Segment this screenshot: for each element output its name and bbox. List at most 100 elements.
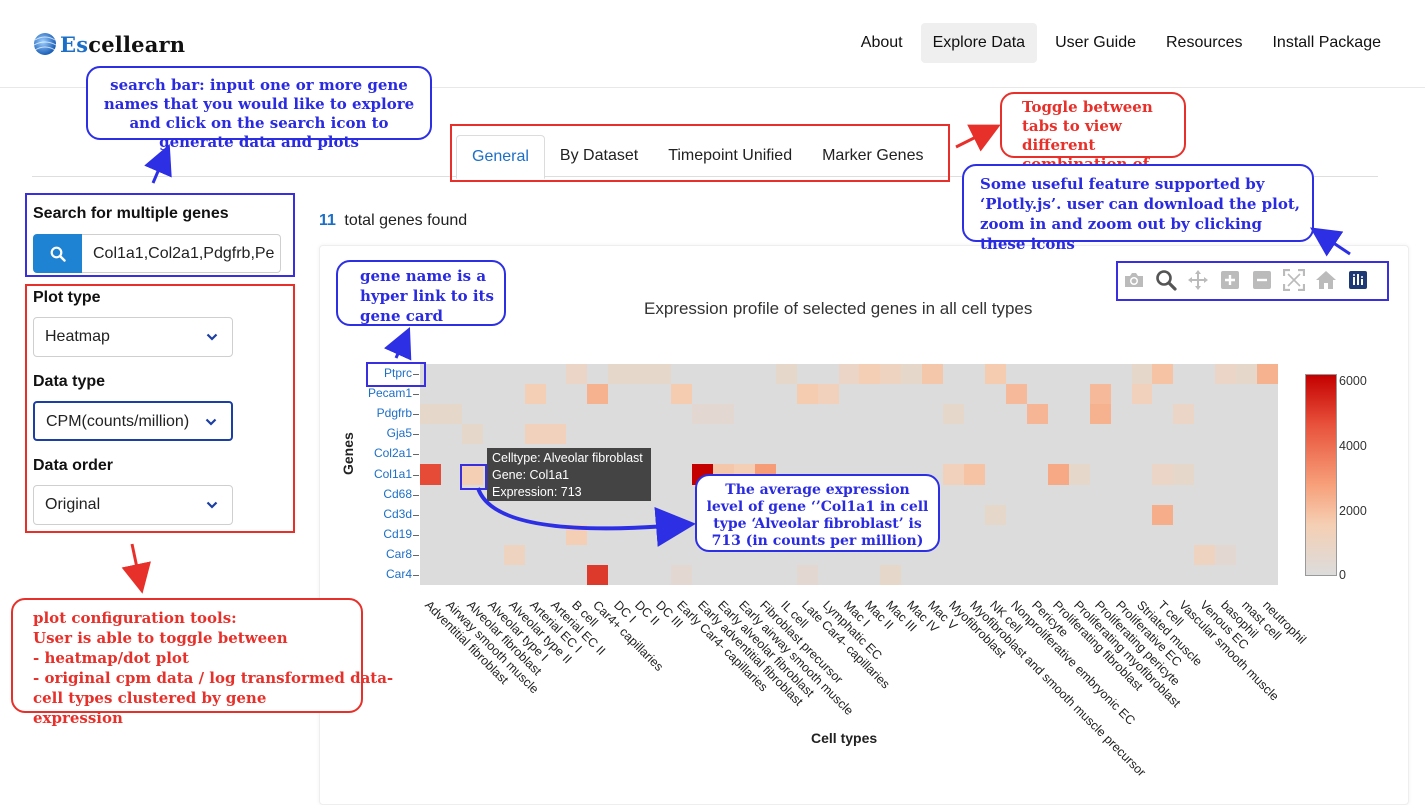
heatmap-cell[interactable] bbox=[1152, 484, 1174, 505]
heatmap-cell[interactable] bbox=[1257, 424, 1279, 445]
heatmap-cell[interactable] bbox=[1068, 364, 1090, 385]
heatmap-cell[interactable] bbox=[817, 444, 839, 465]
heatmap-cell[interactable] bbox=[1005, 384, 1028, 405]
heatmap-cell[interactable] bbox=[943, 484, 965, 505]
heatmap-cell[interactable] bbox=[712, 424, 735, 445]
heatmap-cell[interactable] bbox=[608, 544, 630, 566]
heatmap-cell[interactable] bbox=[1173, 544, 1195, 566]
heatmap-cell[interactable] bbox=[524, 564, 546, 586]
heatmap-cell[interactable] bbox=[566, 424, 588, 445]
heatmap-cell[interactable] bbox=[1068, 484, 1090, 505]
heatmap-cell[interactable] bbox=[566, 364, 588, 385]
gene-link-col2a1[interactable]: Col2a1 bbox=[348, 446, 412, 460]
heatmap-cell[interactable] bbox=[754, 564, 777, 586]
heatmap-cell[interactable] bbox=[922, 364, 944, 385]
heatmap-cell[interactable] bbox=[1026, 484, 1049, 505]
heatmap-cell[interactable] bbox=[440, 464, 463, 485]
heatmap-cell[interactable] bbox=[943, 424, 965, 445]
heatmap-cell[interactable] bbox=[1068, 544, 1090, 566]
heatmap-cell[interactable] bbox=[482, 564, 504, 586]
heatmap-cell[interactable] bbox=[461, 504, 484, 526]
heatmap-cell[interactable] bbox=[754, 384, 777, 405]
heatmap-cell[interactable] bbox=[922, 404, 944, 425]
heatmap-cell[interactable] bbox=[922, 384, 944, 405]
heatmap-cell[interactable] bbox=[1089, 564, 1111, 586]
heatmap-cell[interactable] bbox=[650, 564, 672, 586]
heatmap-cell[interactable] bbox=[964, 544, 986, 566]
heatmap-cell[interactable] bbox=[1005, 464, 1028, 485]
heatmap-cell[interactable] bbox=[650, 464, 672, 485]
heatmap-cell[interactable] bbox=[1215, 444, 1237, 465]
heatmap-cell[interactable] bbox=[1068, 404, 1090, 425]
nav-explore-data[interactable]: Explore Data bbox=[920, 23, 1038, 63]
heatmap-cell[interactable] bbox=[503, 404, 525, 425]
heatmap-cell[interactable] bbox=[1236, 464, 1258, 485]
heatmap-cell[interactable] bbox=[985, 364, 1007, 385]
heatmap-cell[interactable] bbox=[692, 384, 714, 405]
heatmap-cell[interactable] bbox=[775, 364, 797, 385]
heatmap-cell[interactable] bbox=[1131, 444, 1153, 465]
heatmap-cell[interactable] bbox=[1026, 404, 1049, 425]
heatmap-cell[interactable] bbox=[650, 484, 672, 505]
heatmap-cell[interactable] bbox=[1110, 424, 1132, 445]
heatmap-cell[interactable] bbox=[754, 424, 777, 445]
heatmap-cell[interactable] bbox=[880, 384, 902, 405]
heatmap-cell[interactable] bbox=[1236, 524, 1258, 546]
heatmap-cell[interactable] bbox=[503, 544, 525, 566]
heatmap-cell[interactable] bbox=[1173, 424, 1195, 445]
heatmap-cell[interactable] bbox=[420, 504, 442, 526]
heatmap-cell[interactable] bbox=[1257, 404, 1279, 425]
heatmap-cell[interactable] bbox=[796, 404, 818, 425]
heatmap-cell[interactable] bbox=[1005, 544, 1028, 566]
heatmap-cell[interactable] bbox=[901, 364, 923, 385]
heatmap-cell[interactable] bbox=[1152, 544, 1174, 566]
heatmap-cell[interactable] bbox=[901, 424, 923, 445]
heatmap-cell[interactable] bbox=[692, 424, 714, 445]
heatmap-cell[interactable] bbox=[1005, 424, 1028, 445]
heatmap-cell[interactable] bbox=[901, 384, 923, 405]
heatmap-cell[interactable] bbox=[503, 424, 525, 445]
heatmap-cell[interactable] bbox=[1047, 424, 1070, 445]
heatmap-cell[interactable] bbox=[712, 364, 735, 385]
heatmap-cell[interactable] bbox=[587, 404, 609, 425]
heatmap-cell[interactable] bbox=[587, 564, 609, 586]
heatmap-cell[interactable] bbox=[587, 424, 609, 445]
heatmap-cell[interactable] bbox=[1005, 444, 1028, 465]
heatmap-cell[interactable] bbox=[566, 524, 588, 546]
heatmap-cell[interactable] bbox=[1215, 464, 1237, 485]
heatmap-cell[interactable] bbox=[1215, 544, 1237, 566]
heatmap-cell[interactable] bbox=[1026, 384, 1049, 405]
heatmap-cell[interactable] bbox=[566, 404, 588, 425]
heatmap-cell[interactable] bbox=[482, 404, 504, 425]
heatmap-cell[interactable] bbox=[461, 444, 484, 465]
heatmap-cell[interactable] bbox=[880, 444, 902, 465]
heatmap-cell[interactable] bbox=[1215, 564, 1237, 586]
heatmap-cell[interactable] bbox=[922, 564, 944, 586]
heatmap-cell[interactable] bbox=[420, 544, 442, 566]
heatmap-cell[interactable] bbox=[1110, 464, 1132, 485]
heatmap-cell[interactable] bbox=[1152, 384, 1174, 405]
heatmap-cell[interactable] bbox=[1236, 444, 1258, 465]
heatmap-cell[interactable] bbox=[1005, 484, 1028, 505]
heatmap-cell[interactable] bbox=[1005, 564, 1028, 586]
heatmap-cell[interactable] bbox=[712, 444, 735, 465]
heatmap-cell[interactable] bbox=[545, 504, 567, 526]
heatmap-cell[interactable] bbox=[943, 404, 965, 425]
heatmap-cell[interactable] bbox=[1215, 424, 1237, 445]
heatmap-cell[interactable] bbox=[1257, 444, 1279, 465]
heatmap-cell[interactable] bbox=[1047, 384, 1070, 405]
heatmap-cell[interactable] bbox=[566, 544, 588, 566]
heatmap-cell[interactable] bbox=[964, 384, 986, 405]
heatmap-cell[interactable] bbox=[1110, 404, 1132, 425]
heatmap-cell[interactable] bbox=[1047, 364, 1070, 385]
heatmap-cell[interactable] bbox=[692, 564, 714, 586]
heatmap-cell[interactable] bbox=[733, 404, 756, 425]
heatmap-cell[interactable] bbox=[440, 524, 463, 546]
heatmap-cell[interactable] bbox=[629, 544, 651, 566]
heatmap-cell[interactable] bbox=[671, 364, 693, 385]
heatmap-cell[interactable] bbox=[1131, 384, 1153, 405]
heatmap-cell[interactable] bbox=[1068, 444, 1090, 465]
heatmap-cell[interactable] bbox=[1131, 524, 1153, 546]
heatmap-cell[interactable] bbox=[440, 504, 463, 526]
heatmap-cell[interactable] bbox=[503, 524, 525, 546]
